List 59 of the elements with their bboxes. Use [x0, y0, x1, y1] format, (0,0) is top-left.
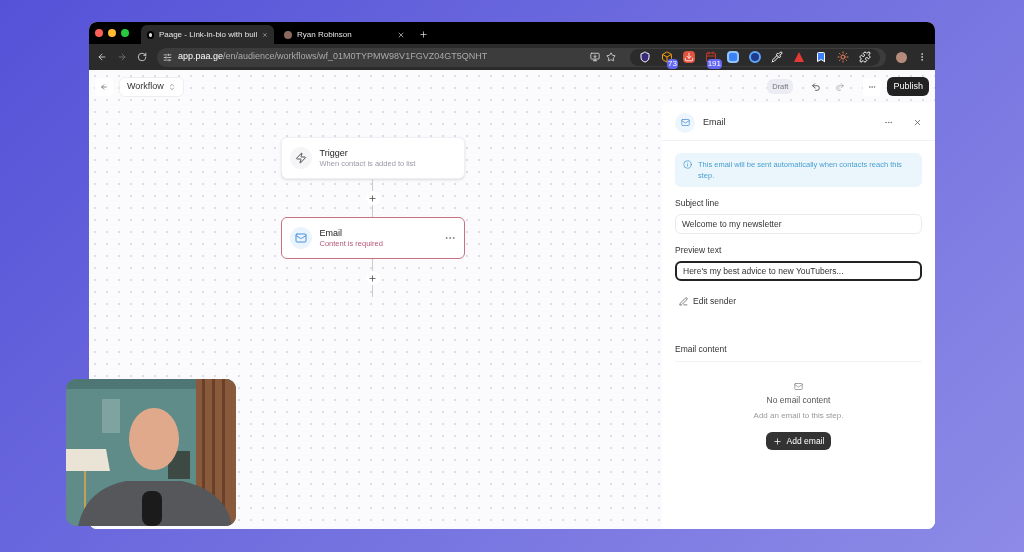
puzzle-icon[interactable] [859, 51, 871, 63]
triangle-icon[interactable] [793, 51, 805, 63]
shield-icon[interactable] [639, 51, 651, 63]
node-title: Trigger [319, 147, 349, 159]
add-step-button[interactable] [365, 271, 380, 285]
profile-avatar[interactable] [896, 51, 907, 63]
extension-badge: 73 [667, 59, 678, 69]
lightning-icon [294, 152, 307, 164]
edit-sender-button[interactable]: Edit sender [675, 292, 740, 311]
text-field[interactable]: Welcome to my newsletter [675, 213, 922, 234]
dropper-icon[interactable] [771, 51, 783, 63]
workflow-selector[interactable]: Workflow [119, 76, 184, 97]
close-icon[interactable] [913, 118, 922, 127]
tab-title: Ryan Robinson [297, 28, 353, 41]
plus-icon [368, 193, 377, 203]
browser-tab[interactable]: Paage - Link-in-bio with buil [141, 25, 274, 44]
back-icon [100, 82, 108, 91]
envelope-icon [794, 382, 803, 392]
sun-icon[interactable] [837, 51, 849, 63]
empty-subtitle: Add an email to this step. [753, 410, 844, 422]
section-label: Email content [675, 342, 728, 356]
more-icon[interactable] [884, 118, 893, 127]
favicon-icon [284, 30, 292, 39]
back-icon[interactable] [97, 52, 107, 62]
envelope-icon [680, 118, 690, 127]
download-icon[interactable] [683, 51, 695, 63]
url-field[interactable]: app.paa.ge/en/audience/workflows/wf_01M0TYPMW98V1FGVZ04GT5QNHT 73 191 [157, 47, 886, 67]
calendar-icon[interactable] [705, 51, 717, 63]
close-icon[interactable] [262, 30, 268, 39]
box-icon[interactable] [661, 51, 673, 63]
publish-button[interactable]: Publish [887, 77, 929, 96]
favicon-icon [147, 30, 154, 39]
extension-badge: 191 [706, 59, 722, 69]
field-label: Subject line [675, 197, 720, 210]
close-icon[interactable] [397, 30, 405, 39]
bookmark-icon[interactable] [815, 51, 827, 63]
add-email-button[interactable]: Add email [765, 432, 832, 450]
star-icon[interactable] [606, 52, 616, 62]
site-settings-icon[interactable] [163, 52, 172, 62]
tab-title: Paage - Link-in-bio with buil [158, 28, 258, 41]
undo-icon[interactable] [811, 81, 822, 92]
add-step-button[interactable] [365, 191, 380, 205]
pencil-icon [679, 297, 688, 306]
empty-title: No email content [766, 394, 831, 407]
plus-icon [772, 436, 782, 446]
panel-title: Email [703, 115, 727, 129]
info-icon [683, 160, 692, 169]
envelope-icon [294, 232, 307, 244]
ring-icon[interactable] [749, 51, 761, 63]
text-field[interactable]: Here's my best advice to new YouTubers... [675, 260, 922, 281]
field-label: Preview text [675, 243, 723, 257]
reload-icon[interactable] [137, 52, 147, 62]
plus-icon [368, 273, 377, 283]
install-icon[interactable] [590, 52, 600, 62]
node-title: Email [319, 227, 343, 239]
new-tab-icon[interactable] [419, 30, 428, 39]
chevrons-icon [167, 82, 176, 91]
forward-icon[interactable] [117, 52, 127, 62]
url-text: app.paa.ge/en/audience/workflows/wf_01M0TYPMW98V1FGVZ04GT5QNHT [178, 50, 489, 64]
